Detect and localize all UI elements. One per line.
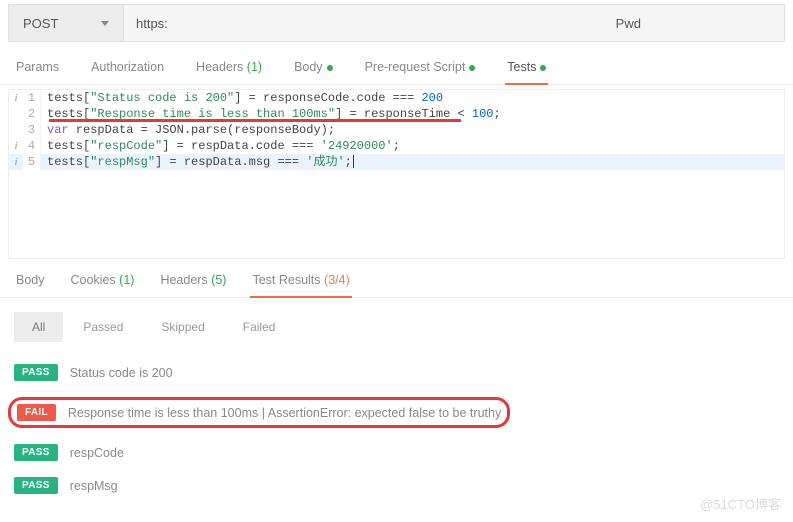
result-text: respMsg — [70, 479, 118, 493]
tab-prerequest[interactable]: Pre-request Script — [363, 60, 478, 84]
tab-authorization[interactable]: Authorization — [89, 60, 166, 84]
annotation-highlight: FAIL Response time is less than 100ms | … — [8, 397, 510, 428]
dot-indicator-icon — [540, 65, 546, 71]
line-number: 4 — [23, 138, 41, 154]
cursor-icon — [353, 155, 354, 168]
info-icon: i — [9, 138, 23, 154]
test-result-item: PASS Status code is 200 — [14, 356, 779, 389]
annotation-underline — [49, 119, 461, 122]
result-text: respCode — [70, 446, 124, 460]
filter-all[interactable]: All — [14, 312, 63, 342]
code-line-3: var respData = JSON.parse(responseBody); — [41, 122, 335, 138]
code-line-5: tests["respMsg"] = respData.msg === '成功'… — [41, 154, 354, 170]
rtab-headers[interactable]: Headers (5) — [158, 273, 228, 297]
rtab-cookies[interactable]: Cookies (1) — [69, 273, 137, 297]
line-number: 2 — [23, 106, 41, 122]
line-number: 1 — [23, 90, 41, 106]
info-icon: i — [9, 154, 23, 170]
line-number: 5 — [23, 154, 41, 170]
dot-indicator-icon — [469, 65, 475, 71]
filter-failed[interactable]: Failed — [225, 312, 294, 342]
rtab-testresults[interactable]: Test Results (3/4) — [250, 273, 351, 297]
tab-headers[interactable]: Headers (1) — [194, 60, 264, 84]
response-tabs: Body Cookies (1) Headers (5) Test Result… — [0, 259, 793, 298]
tab-body[interactable]: Body — [292, 60, 335, 84]
method-value: POST — [23, 16, 58, 31]
filter-passed[interactable]: Passed — [65, 312, 141, 342]
test-result-item: PASS respMsg — [14, 469, 779, 502]
code-editor[interactable]: i 1 tests["Status code is 200"] = respon… — [8, 89, 785, 259]
info-icon: i — [9, 90, 23, 106]
code-line-4: tests["respCode"] = respData.code === '2… — [41, 138, 400, 154]
tab-tests[interactable]: Tests — [505, 60, 548, 84]
dot-indicator-icon — [327, 65, 333, 71]
line-number: 3 — [23, 122, 41, 138]
info-icon — [9, 122, 23, 138]
test-result-item: PASS respCode — [14, 436, 779, 469]
test-result-list: PASS Status code is 200 FAIL Response ti… — [0, 356, 793, 522]
status-badge: FAIL — [17, 404, 56, 421]
url-input[interactable] — [124, 5, 784, 41]
test-result-item: FAIL Response time is less than 100ms | … — [14, 389, 779, 436]
result-text: Response time is less than 100ms | Asser… — [68, 406, 501, 420]
chevron-down-icon — [101, 21, 109, 26]
filter-skipped[interactable]: Skipped — [143, 312, 222, 342]
info-icon — [9, 106, 23, 122]
request-bar: POST — [8, 4, 785, 42]
watermark: @51CTO博客 — [700, 494, 781, 513]
rtab-body[interactable]: Body — [14, 273, 47, 297]
request-tabs: Params Authorization Headers (1) Body Pr… — [0, 42, 793, 85]
code-line-1: tests["Status code is 200"] = responseCo… — [41, 90, 443, 106]
status-badge: PASS — [14, 364, 58, 381]
tab-params[interactable]: Params — [14, 60, 61, 84]
method-select[interactable]: POST — [9, 5, 124, 41]
status-badge: PASS — [14, 444, 58, 461]
status-badge: PASS — [14, 477, 58, 494]
filter-row: All Passed Skipped Failed — [0, 298, 793, 356]
result-text: Status code is 200 — [70, 366, 173, 380]
